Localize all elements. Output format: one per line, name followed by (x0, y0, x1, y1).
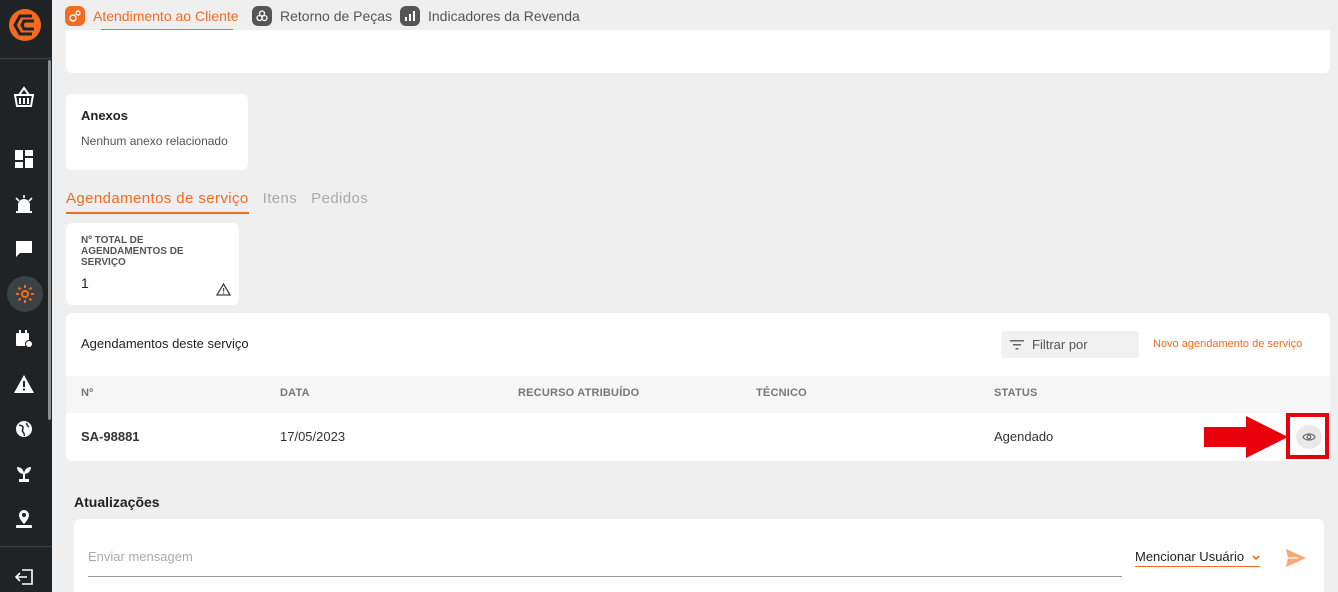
subtab-agendamentos[interactable]: Agendamentos de serviço (66, 190, 249, 214)
dashboard-icon[interactable] (11, 146, 37, 172)
calendar-icon[interactable] (11, 326, 37, 352)
parts-icon (252, 5, 272, 26)
mention-user-select[interactable]: Mencionar Usuário (1135, 549, 1260, 567)
row-status: Agendado (994, 429, 1054, 444)
kpi-value: 1 (81, 275, 89, 291)
basket-icon[interactable] (11, 84, 37, 110)
subtab-pedidos[interactable]: Pedidos (311, 190, 368, 214)
logout-icon[interactable] (11, 564, 37, 590)
red-arrow-annotation (1204, 416, 1288, 463)
column-header-technician[interactable]: TÉCNICO (756, 387, 807, 399)
tab-label: Retorno de Peças (280, 7, 393, 24)
customer-service-icon (65, 5, 85, 26)
red-highlight-box (1286, 413, 1329, 459)
filter-input[interactable]: Filtrar por (1001, 331, 1139, 358)
column-header-resource[interactable]: RECURSO ATRIBUÍDO (518, 387, 639, 399)
mention-label: Mencionar Usuário (1135, 549, 1245, 564)
sidebar-divider (0, 546, 52, 547)
subtab-itens[interactable]: Itens (263, 190, 298, 214)
schedules-card: Agendamentos deste serviço Filtrar por N… (66, 313, 1330, 461)
table-header (66, 376, 1330, 413)
gear-icon[interactable] (7, 276, 43, 312)
filter-icon (1010, 339, 1024, 350)
sidebar (0, 0, 52, 592)
warning-icon[interactable] (11, 371, 37, 397)
row-date: 17/05/2023 (280, 429, 346, 444)
filter-placeholder: Filtrar por (1032, 337, 1088, 352)
subtab-bar: Agendamentos de serviço Itens Pedidos (66, 190, 368, 214)
new-schedule-link[interactable]: Novo agendamento de serviço (1153, 338, 1302, 350)
top-tab-bar: Atendimento ao Cliente Retorno de Peças … (52, 0, 1338, 31)
message-placeholder: Enviar mensagem (88, 549, 193, 564)
column-header-number[interactable]: Nº (81, 387, 93, 399)
updates-card: Enviar mensagem Mencionar Usuário (74, 519, 1324, 592)
tab-label: Atendimento ao Cliente (93, 7, 239, 24)
details-card (66, 30, 1330, 73)
attachments-empty-text: Nenhum anexo relacionado (81, 134, 228, 148)
globe-icon[interactable] (11, 416, 37, 442)
location-person-icon[interactable] (11, 506, 37, 532)
schedules-title: Agendamentos deste serviço (81, 336, 249, 351)
attachments-card: Anexos Nenhum anexo relacionado (66, 94, 248, 170)
column-header-status[interactable]: STATUS (994, 387, 1038, 399)
column-header-date[interactable]: DATA (280, 387, 310, 399)
alarm-icon[interactable] (11, 191, 37, 217)
kpi-label: Nº TOTAL DE AGENDAMENTOS DE SERVIÇO (81, 235, 184, 268)
sidebar-scrollbar[interactable] (48, 60, 51, 420)
message-input[interactable]: Enviar mensagem (88, 539, 1122, 577)
chevron-down-icon (1252, 554, 1260, 561)
attachments-title: Anexos (81, 108, 128, 123)
tab-indicadores-da-revenda[interactable]: Indicadores da Revenda (400, 0, 580, 31)
plant-icon[interactable] (11, 461, 37, 487)
kpi-card: Nº TOTAL DE AGENDAMENTOS DE SERVIÇO 1 (66, 223, 239, 305)
warning-outline-icon (215, 282, 232, 301)
tab-retorno-de-pecas[interactable]: Retorno de Peças (252, 0, 392, 31)
brand-logo[interactable] (6, 6, 44, 44)
sidebar-divider (0, 58, 52, 59)
bar-chart-icon (400, 5, 420, 26)
tab-atendimento-ao-cliente[interactable]: Atendimento ao Cliente (65, 0, 239, 31)
send-icon[interactable] (1285, 548, 1307, 573)
chat-icon[interactable] (11, 236, 37, 262)
row-number[interactable]: SA-98881 (81, 429, 140, 444)
tab-label: Indicadores da Revenda (428, 7, 580, 24)
updates-title: Atualizações (74, 494, 160, 510)
